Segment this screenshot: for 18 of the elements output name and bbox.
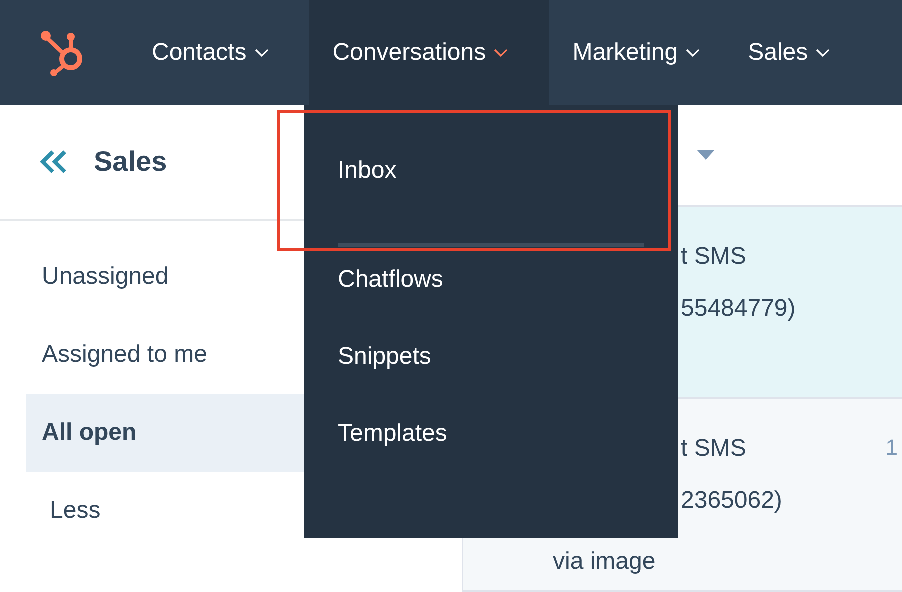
nav-menu-item[interactable]: Sales: [740, 0, 870, 105]
dropdown-menu-item[interactable]: Inbox: [304, 151, 678, 191]
collapse-double-chevron-icon[interactable]: [40, 150, 68, 174]
nav-menu-item[interactable]: Contacts: [144, 0, 309, 105]
caret-down-icon[interactable]: [697, 150, 715, 160]
nav-menu-item[interactable]: Marketing: [564, 0, 740, 105]
chevron-down-icon: [816, 48, 830, 56]
conversation-text: t SMS: [681, 434, 746, 464]
chevron-down-icon: [494, 48, 508, 56]
chevron-down-icon: [686, 48, 700, 56]
inbox-title: Sales: [94, 146, 168, 178]
conversation-time: 1: [886, 435, 898, 462]
conversation-text: 55484779): [681, 294, 796, 324]
conversation-text: 2365062): [681, 486, 782, 516]
conversation-text: t SMS: [681, 242, 746, 272]
message-preview: via image: [553, 548, 656, 576]
chevron-down-icon: [254, 48, 269, 56]
nav-menu-item[interactable]: Conversations: [308, 0, 549, 105]
